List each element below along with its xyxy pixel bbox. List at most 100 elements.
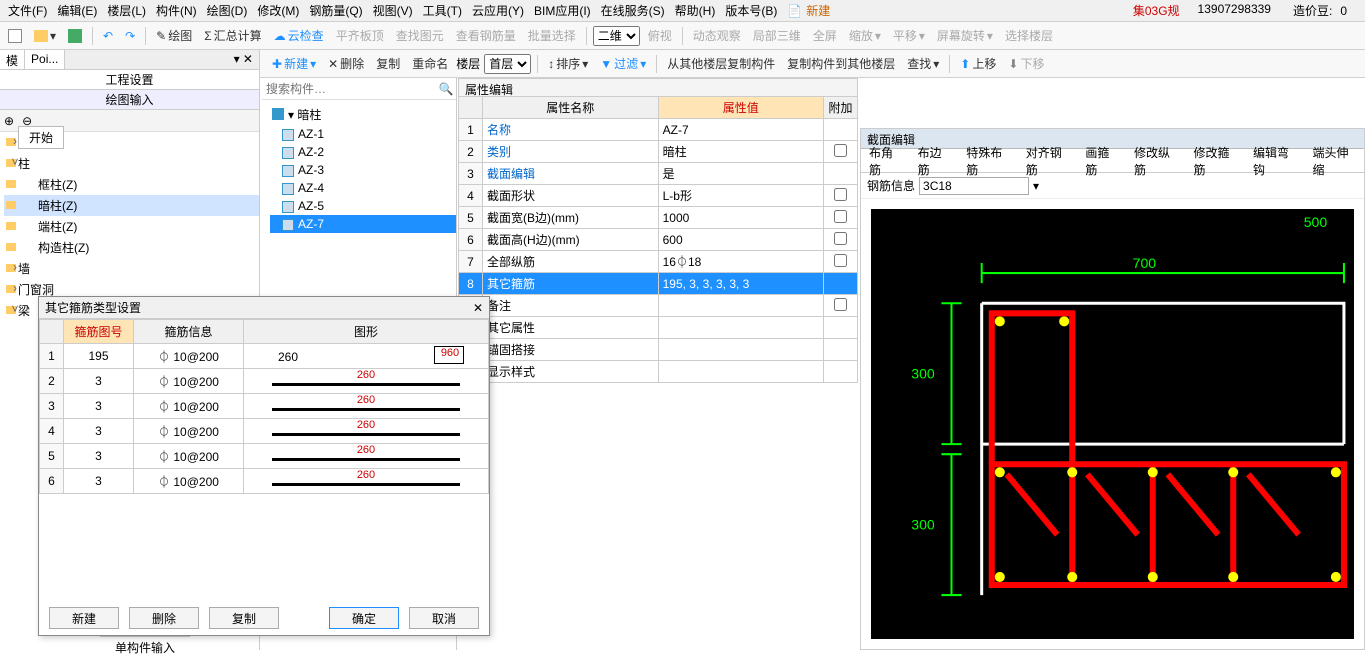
menu-component[interactable]: 构件(N) [152, 0, 201, 21]
zoom-button[interactable]: 缩放 ▾ [845, 25, 885, 46]
dlg-ok-button[interactable]: 确定 [329, 607, 399, 629]
copy-button[interactable]: 复制 [372, 53, 404, 74]
component-az2[interactable]: AZ-2 [270, 143, 456, 161]
prop-row[interactable]: 2类别暗柱 [459, 141, 858, 163]
cloud-check-button[interactable]: ☁ 云检查 [270, 25, 328, 46]
tab-edit-hook[interactable]: 编辑弯钩 [1245, 140, 1305, 182]
menu-file[interactable]: 文件(F) [4, 0, 51, 21]
move-up-button[interactable]: ⬆ 上移 [956, 53, 1000, 74]
dlg-cancel-button[interactable]: 取消 [409, 607, 479, 629]
menu-edit[interactable]: 编辑(E) [53, 0, 101, 21]
tab-edge-bar[interactable]: 布边筋 [910, 140, 959, 182]
search-icon[interactable]: 🔍 [436, 82, 456, 96]
menu-floor[interactable]: 楼层(L) [103, 0, 150, 21]
tree-hidden-column[interactable]: 暗柱(Z) [4, 195, 259, 216]
dlg-delete-button[interactable]: 删除 [129, 607, 199, 629]
tree-column[interactable]: ˅柱 [4, 153, 259, 174]
project-settings-header[interactable]: 工程设置 [0, 70, 259, 90]
view-mode-select[interactable]: 二维 [593, 26, 640, 46]
floor-select[interactable]: 首层 [484, 54, 531, 74]
dynamic-view-button[interactable]: 动态观察 [689, 25, 745, 46]
copy-from-floor-button[interactable]: 从其他楼层复制构件 [663, 53, 779, 74]
find-element-button[interactable]: 查找图元 [392, 25, 448, 46]
menu-new-project[interactable]: 📄新建 [783, 0, 838, 21]
menu-view[interactable]: 视图(V) [369, 0, 417, 21]
component-az4[interactable]: AZ-4 [270, 179, 456, 197]
extra-checkbox[interactable] [834, 188, 847, 201]
tree-root-hidden-column[interactable]: ▾ 暗柱 [270, 104, 456, 125]
save-button[interactable] [64, 27, 86, 45]
expand-icon[interactable]: ⊕ [4, 114, 14, 128]
sum-button[interactable]: Σ 汇总计算 [200, 25, 265, 46]
top-view-button[interactable]: 俯视 [644, 25, 676, 46]
dlg-new-button[interactable]: 新建 [49, 607, 119, 629]
view-rebar-button[interactable]: 查看钢筋量 [452, 25, 520, 46]
component-az5[interactable]: AZ-5 [270, 197, 456, 215]
start-button[interactable]: 开始 [18, 126, 64, 149]
prop-row[interactable]: 10其它属性 [459, 317, 858, 339]
copy-to-floor-button[interactable]: 复制构件到其他楼层 [783, 53, 899, 74]
tab-special-bar[interactable]: 特殊布筋 [958, 140, 1018, 182]
tab-draw-stirrup[interactable]: 画箍筋 [1077, 140, 1126, 182]
tab-end-extend[interactable]: 端头伸缩 [1305, 140, 1365, 182]
single-component-tab[interactable]: 单构件输入 [100, 636, 190, 658]
section-canvas[interactable]: 500 700 300 300 [871, 209, 1354, 639]
draw-input-header[interactable]: 绘图输入 [0, 90, 259, 110]
prop-row[interactable]: 11锚固搭接 [459, 339, 858, 361]
select-floor-button[interactable]: 选择楼层 [1001, 25, 1057, 46]
component-az1[interactable]: AZ-1 [270, 125, 456, 143]
pan-button[interactable]: 平移 ▾ [889, 25, 929, 46]
undo-button[interactable]: ↶ [99, 27, 117, 45]
move-down-button[interactable]: ⬇ 下移 [1004, 53, 1048, 74]
dlg-copy-button[interactable]: 复制 [209, 607, 279, 629]
tab-align-bar[interactable]: 对齐钢筋 [1018, 140, 1078, 182]
menu-online[interactable]: 在线服务(S) [597, 0, 669, 21]
align-top-button[interactable]: 平齐板顶 [332, 25, 388, 46]
prop-row[interactable]: 1名称AZ-7 [459, 119, 858, 141]
rotate-screen-button[interactable]: 屏幕旋转 ▾ [933, 25, 997, 46]
tab-corner-bar[interactable]: 布角筋 [861, 140, 910, 182]
local-3d-button[interactable]: 局部三维 [749, 25, 805, 46]
prop-row[interactable]: 5截面宽(B边)(mm)1000 [459, 207, 858, 229]
panel-dropdown-icon[interactable]: ▾ ✕ [228, 50, 259, 69]
close-icon[interactable]: ✕ [473, 301, 483, 315]
new-file-button[interactable] [4, 27, 26, 45]
prop-row[interactable]: 12显示样式 [459, 361, 858, 383]
tab-edit-stirrup[interactable]: 修改箍筋 [1185, 140, 1245, 182]
menu-cloud[interactable]: 云应用(Y) [468, 0, 528, 21]
prop-row[interactable]: 8其它箍筋195, 3, 3, 3, 3, 3 [459, 273, 858, 295]
delete-button[interactable]: ✕ 删除 [324, 53, 368, 74]
stirrup-row[interactable]: 23⏀ 10@200260 [40, 369, 489, 394]
dropdown-icon[interactable]: ▾ [1033, 179, 1039, 193]
menu-rebar[interactable]: 钢筋量(Q) [305, 0, 366, 21]
tab-edit-long-bar[interactable]: 修改纵筋 [1126, 140, 1186, 182]
stirrup-row[interactable]: 33⏀ 10@200260 [40, 394, 489, 419]
menu-draw[interactable]: 绘图(D) [203, 0, 252, 21]
batch-select-button[interactable]: 批量选择 [524, 25, 580, 46]
prop-row[interactable]: 4截面形状L-b形 [459, 185, 858, 207]
menu-modify[interactable]: 修改(M) [253, 0, 303, 21]
menu-bim[interactable]: BIM应用(I) [530, 0, 595, 21]
tree-struct-column[interactable]: 构造柱(Z) [4, 237, 259, 258]
prop-row[interactable]: 7全部纵筋16⏀18 [459, 251, 858, 273]
new-component-button[interactable]: ✚ 新建 ▾ [268, 53, 320, 74]
rebar-info-input[interactable] [919, 177, 1029, 195]
component-az3[interactable]: AZ-3 [270, 161, 456, 179]
rename-button[interactable]: 重命名 [408, 53, 452, 74]
menu-help[interactable]: 帮助(H) [671, 0, 720, 21]
prop-row[interactable]: 9备注 [459, 295, 858, 317]
extra-checkbox[interactable] [834, 254, 847, 267]
stirrup-row[interactable]: 1195⏀ 10@200260960 [40, 344, 489, 369]
sort-button[interactable]: ↕ 排序 ▾ [544, 53, 592, 74]
tree-frame-column[interactable]: 框柱(Z) [4, 174, 259, 195]
search-input[interactable] [262, 80, 436, 98]
filter-button[interactable]: ▼ 过滤 ▾ [596, 53, 650, 74]
menu-tools[interactable]: 工具(T) [419, 0, 466, 21]
extra-checkbox[interactable] [834, 298, 847, 311]
tree-wall[interactable]: ›墙 [4, 258, 259, 279]
redo-button[interactable]: ↷ [121, 27, 139, 45]
stirrup-row[interactable]: 43⏀ 10@200260 [40, 419, 489, 444]
prop-row[interactable]: 6截面高(H边)(mm)600 [459, 229, 858, 251]
component-az7[interactable]: AZ-7 [270, 215, 456, 233]
prop-row[interactable]: 3截面编辑是 [459, 163, 858, 185]
